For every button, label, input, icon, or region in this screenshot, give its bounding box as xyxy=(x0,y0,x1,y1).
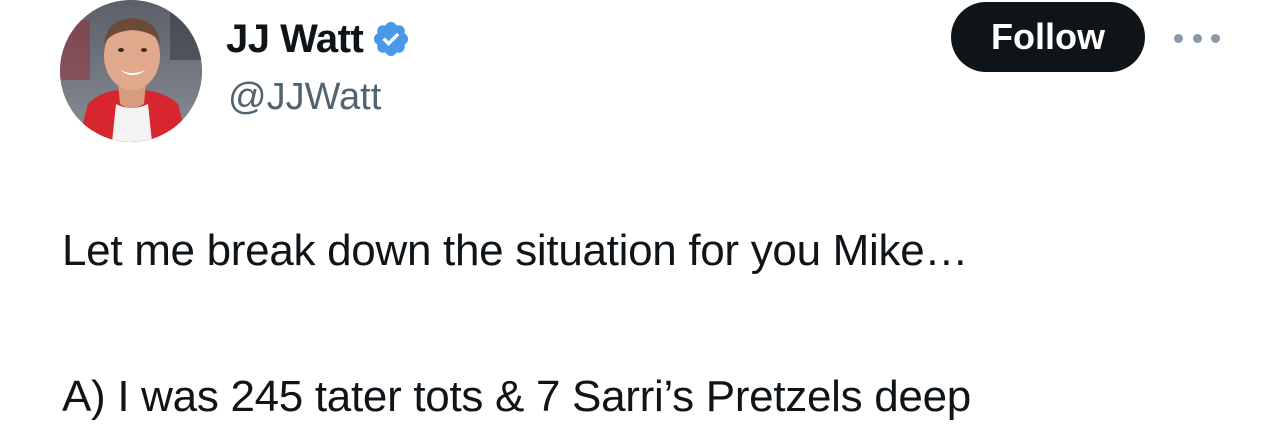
user-name-row: JJ Watt xyxy=(226,14,411,64)
verified-badge-icon xyxy=(371,19,411,59)
avatar-photo xyxy=(60,0,202,142)
more-dot xyxy=(1192,33,1202,43)
user-handle[interactable]: @JJWatt xyxy=(228,76,381,119)
tweet-text-line: A) I was 245 tater tots & 7 Sarri’s Pret… xyxy=(62,372,971,421)
tweet-text-line: Let me break down the situation for you … xyxy=(62,226,969,275)
display-name[interactable]: JJ Watt xyxy=(226,17,364,62)
more-horizontal-icon[interactable] xyxy=(1174,28,1220,48)
follow-button[interactable]: Follow xyxy=(951,2,1145,72)
tweet-card: JJ Watt @JJWatt Follow Let me break down… xyxy=(0,0,1284,427)
avatar[interactable] xyxy=(60,0,202,142)
more-dot xyxy=(1174,33,1183,43)
more-dot xyxy=(1211,33,1220,43)
